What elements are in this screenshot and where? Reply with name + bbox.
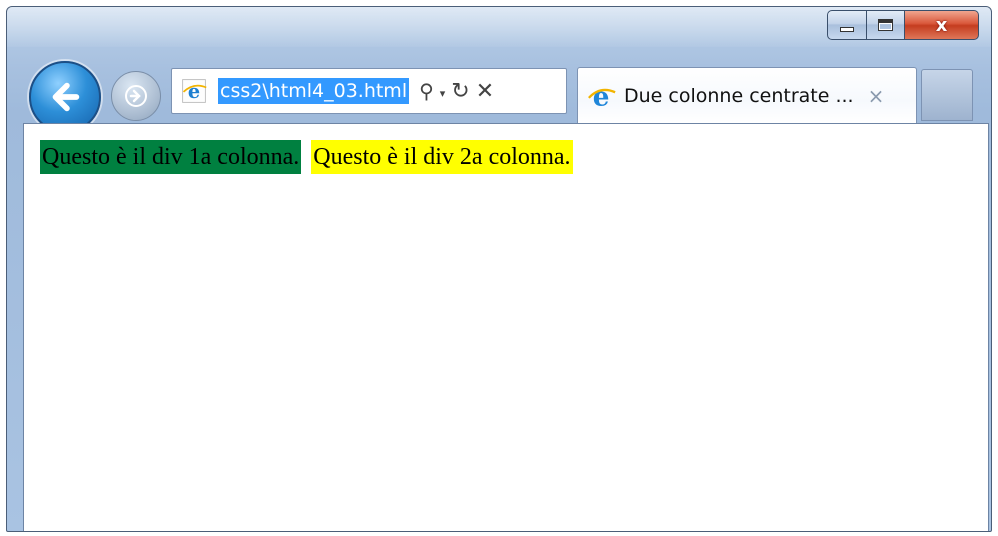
close-icon: x [935, 14, 948, 36]
caption-buttons: x [827, 10, 979, 40]
tab-title: Due colonne centrate ... [624, 84, 854, 107]
column-2: Questo è il div 2a colonna. [311, 140, 573, 174]
close-window-button[interactable]: x [905, 10, 979, 40]
url-field[interactable]: css2\html4_03.html [218, 78, 410, 104]
back-arrow-icon [52, 82, 80, 112]
svg-text:e: e [593, 81, 610, 111]
ie-page-icon: e [178, 75, 210, 107]
tab-close-icon[interactable]: × [868, 84, 885, 108]
maximize-icon [878, 19, 893, 31]
svg-text:e: e [188, 80, 200, 103]
minimize-icon [840, 26, 854, 32]
page-content: Questo è il div 1a colonna. Questo è il … [23, 123, 989, 531]
minimize-button[interactable] [827, 10, 867, 40]
address-bar[interactable]: e css2\html4_03.html ⚲ ▾ ↻ ✕ [171, 68, 567, 114]
stop-icon[interactable]: ✕ [476, 79, 494, 104]
forward-arrow-icon [125, 85, 147, 107]
new-tab-button[interactable] [921, 69, 973, 121]
ie-tab-icon: e [586, 80, 618, 112]
search-icon[interactable]: ⚲ [419, 79, 434, 103]
column-1: Questo è il div 1a colonna. [40, 140, 302, 174]
maximize-button[interactable] [867, 10, 905, 40]
tab-active[interactable]: e Due colonne centrate ... × [577, 67, 917, 123]
refresh-icon[interactable]: ↻ [451, 79, 469, 104]
browser-window: x e css2\html4_03.html ⚲ ▾ ↻ ✕ e Due col… [6, 6, 992, 532]
address-tools: ⚲ ▾ ↻ ✕ [419, 79, 494, 104]
dropdown-icon[interactable]: ▾ [440, 87, 446, 100]
columns-container: Questo è il div 1a colonna. Questo è il … [40, 140, 573, 174]
forward-button[interactable] [111, 71, 161, 121]
